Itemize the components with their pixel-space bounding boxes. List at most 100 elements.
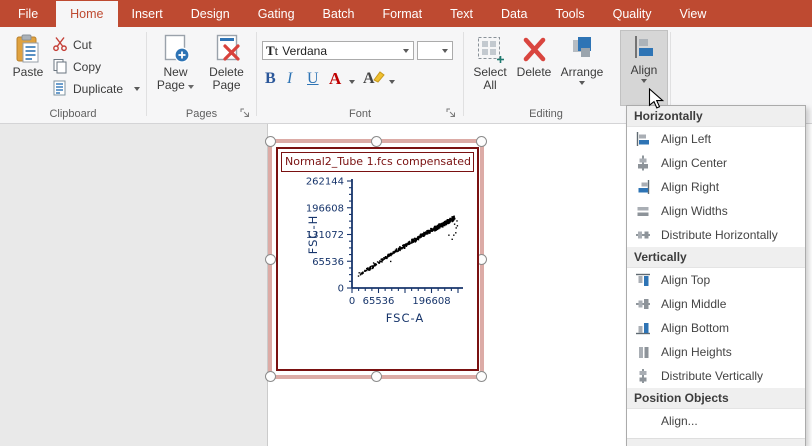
menu-item-align-left[interactable]: Align Left [627, 127, 805, 151]
align-label: Align [631, 64, 658, 77]
tab-design[interactable]: Design [177, 0, 244, 27]
menu-item-align-center[interactable]: Align Center [627, 151, 805, 175]
delete-icon [519, 34, 549, 64]
menu-item-align-right[interactable]: Align Right [627, 175, 805, 199]
select-all-button[interactable]: Select All [468, 33, 512, 92]
highlight-caret[interactable] [389, 80, 395, 84]
cut-icon [52, 36, 68, 55]
cut-label: Cut [73, 38, 92, 52]
arrange-button[interactable]: Arrange [556, 33, 608, 85]
group-divider [670, 32, 671, 116]
ribbon-group-font: Tt Verdana B I U A A Font [257, 27, 463, 123]
resize-handle-bottom-middle[interactable] [371, 371, 382, 382]
menu-item-distribute-horizontally[interactable]: Distribute Horizontally [627, 223, 805, 247]
new-page-label: New Page [152, 66, 199, 92]
duplicate-label: Duplicate [73, 82, 123, 96]
paste-icon [13, 34, 43, 64]
clipboard-group-label: Clipboard [0, 108, 146, 120]
cut-button[interactable]: Cut [52, 35, 92, 55]
delete-page-icon [212, 34, 242, 64]
scatter-plot: 065536131072196608262144065536196608FSC-… [281, 174, 476, 368]
menu-item-label: Align Widths [661, 204, 728, 218]
menu-item-label: Align Left [661, 132, 711, 146]
align-top-icon [634, 271, 652, 289]
paste-button[interactable]: Paste [6, 33, 50, 79]
tab-insert[interactable]: Insert [118, 0, 177, 27]
bold-button[interactable]: B [265, 70, 276, 88]
distribute-vertically-icon [634, 367, 652, 385]
tab-gating[interactable]: Gating [244, 0, 309, 27]
svg-text:FSC-H: FSC-H [306, 215, 320, 255]
arrange-icon [567, 34, 597, 64]
tab-batch[interactable]: Batch [309, 0, 369, 27]
italic-button[interactable]: I [287, 70, 292, 88]
pages-dialog-launcher-icon[interactable] [240, 108, 251, 119]
svg-text:65536: 65536 [363, 296, 395, 307]
menu-section-header-vertically: Vertically [627, 247, 805, 268]
highlight-button[interactable]: A [363, 69, 385, 88]
menu-item-align-heights[interactable]: Align Heights [627, 340, 805, 364]
menu-item-label: Align Middle [661, 297, 726, 311]
align-center-icon [634, 154, 652, 172]
copy-icon [52, 58, 68, 77]
menu-footer-band [627, 438, 805, 446]
duplicate-button[interactable]: Duplicate [52, 79, 140, 99]
svg-text:65536: 65536 [312, 257, 344, 268]
resize-handle-middle-left[interactable] [265, 254, 276, 265]
delete-label: Delete [517, 66, 552, 79]
svg-text:FSC-A: FSC-A [386, 311, 425, 325]
delete-button[interactable]: Delete [514, 33, 554, 79]
align-button[interactable]: Align [620, 30, 668, 106]
resize-handle-top-middle[interactable] [371, 136, 382, 147]
resize-handle-top-left[interactable] [265, 136, 276, 147]
duplicate-dropdown-caret [134, 87, 140, 91]
resize-handle-bottom-right[interactable] [476, 371, 487, 382]
font-glyph-icon: Tt [266, 43, 278, 59]
font-name-value: Verdana [282, 44, 327, 58]
menu-item-align-widths[interactable]: Align Widths [627, 199, 805, 223]
tab-quality[interactable]: Quality [599, 0, 666, 27]
tab-data[interactable]: Data [487, 0, 541, 27]
svg-text:196608: 196608 [412, 296, 450, 307]
font-color-button[interactable]: A [329, 69, 341, 89]
svg-text:0: 0 [349, 296, 355, 307]
menu-item-align-top[interactable]: Align Top [627, 268, 805, 292]
menu-section-header-horizontally: Horizontally [627, 106, 805, 127]
plot-object[interactable]: Normal2_Tube 1.fcs compensated 065536131… [276, 147, 479, 371]
delete-page-button[interactable]: Delete Page [203, 33, 250, 92]
highlight-pen-icon [371, 69, 385, 88]
font-size-combobox[interactable] [417, 41, 453, 60]
tab-tools[interactable]: Tools [541, 0, 598, 27]
ribbon-group-pages: New Page Delete Page Pages [147, 27, 256, 123]
select-all-icon [475, 34, 505, 64]
select-all-label: Select All [470, 66, 510, 92]
blank-icon [634, 412, 652, 430]
font-name-caret [403, 49, 409, 53]
paste-label: Paste [13, 66, 44, 79]
tab-format[interactable]: Format [369, 0, 437, 27]
align-widths-icon [634, 202, 652, 220]
tab-text[interactable]: Text [436, 0, 487, 27]
underline-button[interactable]: U [307, 70, 319, 88]
resize-handle-bottom-left[interactable] [265, 371, 276, 382]
copy-label: Copy [73, 60, 101, 74]
tab-file[interactable]: File [0, 0, 56, 27]
copy-button[interactable]: Copy [52, 57, 101, 77]
menu-item-align-middle[interactable]: Align Middle [627, 292, 805, 316]
menu-item-label: Align Heights [661, 345, 732, 359]
delete-page-label: Delete Page [203, 66, 250, 92]
editing-group-label: Editing [486, 108, 606, 120]
menu-item-align-bottom[interactable]: Align Bottom [627, 316, 805, 340]
tab-view[interactable]: View [666, 0, 721, 27]
menu-item-label: Align Center [661, 156, 727, 170]
new-page-button[interactable]: New Page [152, 33, 199, 92]
font-name-combobox[interactable]: Tt Verdana [262, 41, 414, 60]
menu-item-align[interactable]: Align... [627, 409, 805, 433]
align-middle-icon [634, 295, 652, 313]
tab-home[interactable]: Home [56, 1, 117, 27]
align-heights-icon [634, 343, 652, 361]
resize-handle-top-right[interactable] [476, 136, 487, 147]
font-color-caret[interactable] [349, 80, 355, 84]
font-dialog-launcher-icon[interactable] [446, 108, 457, 119]
menu-item-distribute-vertically[interactable]: Distribute Vertically [627, 364, 805, 388]
